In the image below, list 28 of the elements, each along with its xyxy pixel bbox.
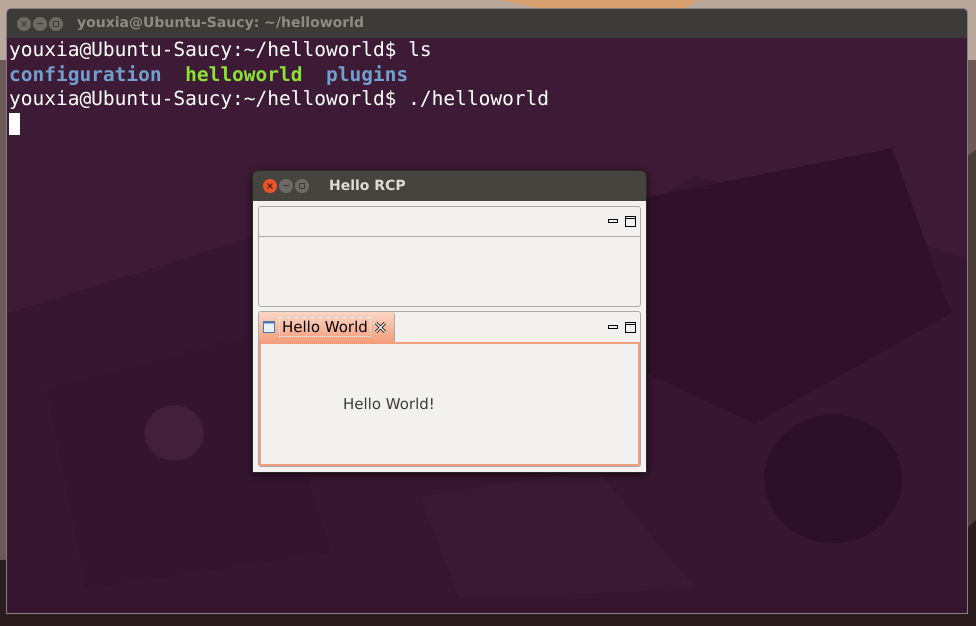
- minimize-view-icon[interactable]: [608, 324, 618, 330]
- file-name: configuration: [9, 62, 162, 87]
- maximize-icon: [53, 20, 59, 26]
- minimize-button[interactable]: [33, 16, 47, 30]
- minimize-button[interactable]: [279, 179, 293, 193]
- tab-label: Hello World: [280, 318, 370, 336]
- close-icon: [21, 20, 27, 26]
- minimize-view-icon[interactable]: [608, 219, 618, 224]
- maximize-icon: [299, 183, 305, 189]
- file-name: plugins: [326, 62, 408, 87]
- window-icon: [263, 321, 275, 333]
- close-button[interactable]: [17, 16, 31, 30]
- minimize-icon: [283, 185, 289, 187]
- close-icon[interactable]: [374, 322, 386, 332]
- window-title: youxia@Ubuntu-Saucy: ~/helloworld: [77, 14, 364, 33]
- maximize-view-icon[interactable]: [625, 322, 636, 332]
- window-title: Hello RCP: [329, 176, 406, 196]
- minimize-icon: [37, 22, 43, 24]
- view-tab[interactable]: Hello World: [259, 312, 395, 342]
- close-button[interactable]: [263, 179, 277, 193]
- file-name: helloworld: [185, 62, 302, 87]
- terminal-line: youxia@Ubuntu-Saucy:~/helloworld$ ls: [9, 38, 432, 62]
- maximize-button[interactable]: [49, 16, 63, 30]
- maximize-view-icon[interactable]: [625, 216, 636, 227]
- close-icon: [267, 183, 273, 189]
- hello-text: Hello World!: [343, 394, 435, 415]
- maximize-button[interactable]: [295, 179, 309, 193]
- terminal-line: youxia@Ubuntu-Saucy:~/helloworld$ ./helloworld: [9, 87, 550, 112]
